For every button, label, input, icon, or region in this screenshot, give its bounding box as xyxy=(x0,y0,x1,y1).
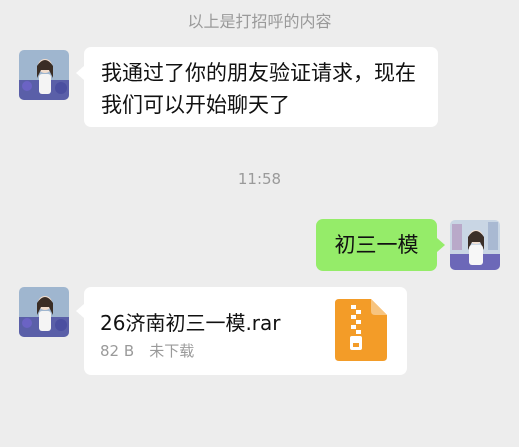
contact-avatar[interactable] xyxy=(19,287,69,337)
sent-text-bubble[interactable]: 初三一模 xyxy=(316,219,437,271)
received-text-bubble[interactable]: 我通过了你的朋友验证请求，现在 我们可以开始聊天了 xyxy=(84,47,438,127)
zip-file-icon xyxy=(335,299,387,361)
file-name: 26济南初三一模.rar xyxy=(100,311,281,335)
avatar-photo-icon xyxy=(450,220,500,270)
avatar-photo-icon xyxy=(19,287,69,337)
file-meta: 82 B 未下载 xyxy=(100,340,194,361)
download-status: 未下载 xyxy=(149,342,195,360)
message-timestamp: 11:58 xyxy=(237,170,282,188)
bubble-tail xyxy=(76,304,84,318)
greeting-notice: 以上是打招呼的内容 xyxy=(187,12,332,31)
file-message-card[interactable]: 26济南初三一模.rar 82 B 未下载 xyxy=(84,287,407,375)
self-avatar[interactable] xyxy=(450,220,500,270)
message-line: 我通过了你的朋友验证请求，现在 xyxy=(101,61,416,85)
sent-message-text: 初三一模 xyxy=(334,233,419,257)
bubble-tail xyxy=(437,238,445,252)
contact-avatar[interactable] xyxy=(19,50,69,100)
avatar-photo-icon xyxy=(19,50,69,100)
message-line: 我们可以开始聊天了 xyxy=(101,93,290,117)
file-size: 82 B xyxy=(100,342,135,360)
bubble-tail xyxy=(76,66,84,80)
